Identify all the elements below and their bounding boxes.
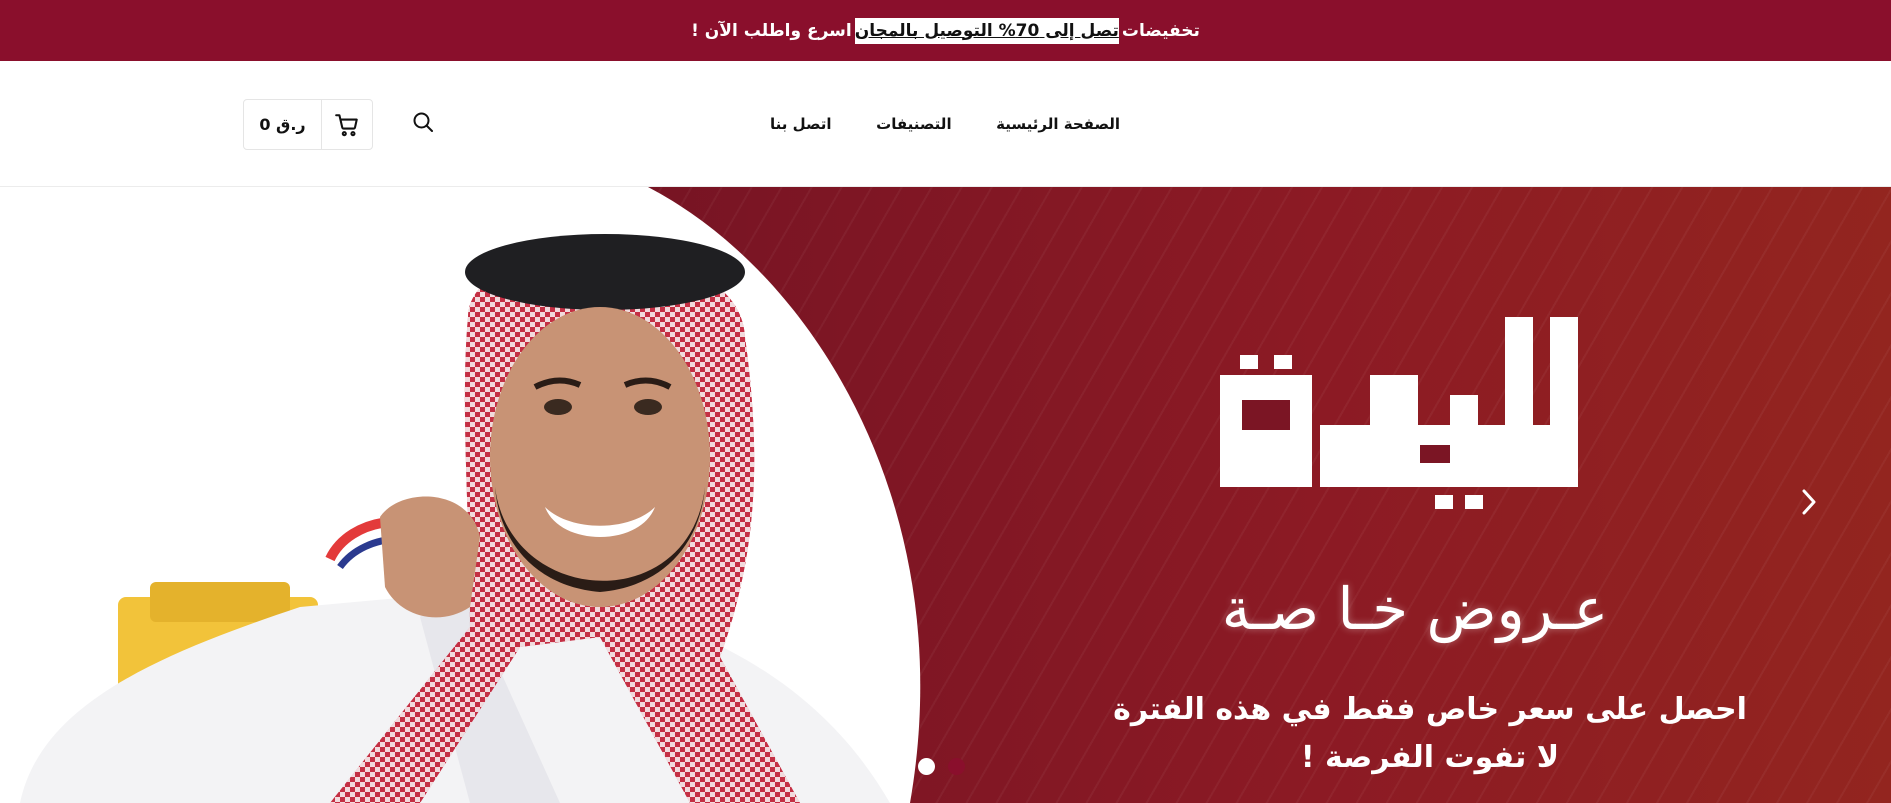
announcement-suffix: اسرع واطلب الآن ! xyxy=(691,20,852,41)
hero-tagline: احصل على سعر خاص فقط في هذه الفترة xyxy=(1113,692,1747,727)
announcement-prefix: تخفيضات xyxy=(1121,20,1200,41)
cart-total: 0 ر.ق xyxy=(244,100,322,149)
nav-item-categories[interactable]: التصنيفات xyxy=(876,115,951,133)
slider-dot-1[interactable] xyxy=(918,758,935,775)
slider-dot-2[interactable] xyxy=(948,758,965,775)
hero-slider: عـروض خـا صـة احصل على سعر خاص فقط في هذ… xyxy=(0,187,1891,803)
main-nav: الصفحة الرئيسية التصنيفات اتصل بنا xyxy=(770,61,1120,187)
hero-cta-text: لا تفوت الفرصة ! xyxy=(1300,740,1560,775)
search-button[interactable] xyxy=(405,99,441,145)
nav-item-home[interactable]: الصفحة الرئيسية xyxy=(996,115,1120,133)
slider-next-button[interactable] xyxy=(1794,482,1824,522)
announcement-bar: تخفيضات تصل إلى 70% التوصيل بالمجان اسرع… xyxy=(0,0,1891,61)
cart-button[interactable]: 0 ر.ق xyxy=(243,99,373,150)
slider-dots xyxy=(918,758,965,775)
cart-icon xyxy=(335,113,358,136)
announcement-highlight[interactable]: تصل إلى 70% التوصيل بالمجان xyxy=(854,17,1119,44)
nav-item-contact[interactable]: اتصل بنا xyxy=(770,115,832,133)
site-header: الصفحة الرئيسية التصنيفات اتصل بنا 0 ر.ق xyxy=(0,61,1891,187)
chevron-right-icon xyxy=(1802,489,1816,515)
hero-script-title: عـروض خـا صـة xyxy=(1221,575,1609,643)
cart-icon-wrap xyxy=(322,100,372,149)
search-icon xyxy=(413,112,433,132)
brand-logo xyxy=(1220,317,1578,509)
